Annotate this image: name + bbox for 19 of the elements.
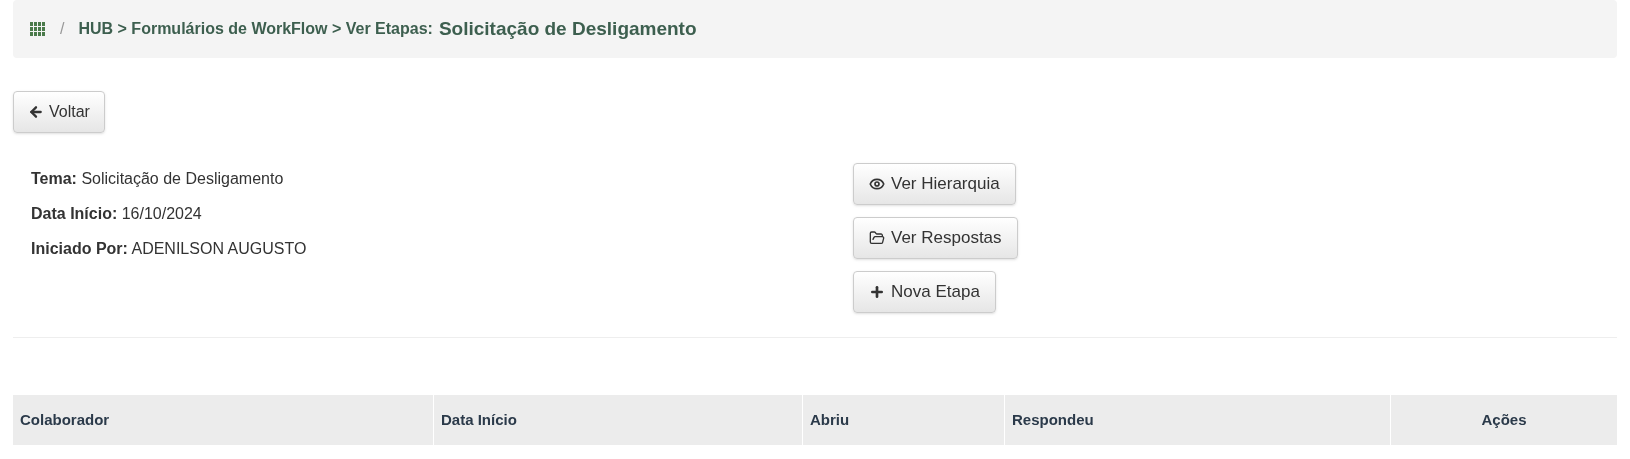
folder-icon: [869, 230, 885, 246]
back-button[interactable]: Voltar: [13, 91, 105, 133]
breadcrumb-path[interactable]: HUB > Formulários de WorkFlow > Ver Etapas:: [78, 17, 433, 41]
column-header: Respondeu: [1004, 395, 1390, 445]
breadcrumb-separator: /: [60, 19, 65, 39]
grid-icon[interactable]: [30, 21, 46, 37]
page-title: Solicitação de Desligamento: [438, 16, 697, 41]
action-button[interactable]: Ver Hierarquia: [853, 163, 1016, 205]
column-header: Ações: [1390, 395, 1617, 445]
action-button[interactable]: Ver Respostas: [853, 217, 1018, 259]
column-header: Colaborador: [19, 409, 111, 430]
action-button[interactable]: Nova Etapa: [853, 271, 996, 313]
plus-icon: [869, 284, 885, 300]
column-header: Abriu: [802, 395, 1004, 445]
info-line: Iniciado Por: ADENILSON AUGUSTO: [31, 239, 308, 259]
info-line: Tema: Solicitação de Desligamento: [31, 169, 285, 189]
column-header: Data Início: [433, 395, 802, 445]
eye-icon: [869, 176, 885, 192]
info-line: Data Início: 16/10/2024: [31, 204, 203, 224]
